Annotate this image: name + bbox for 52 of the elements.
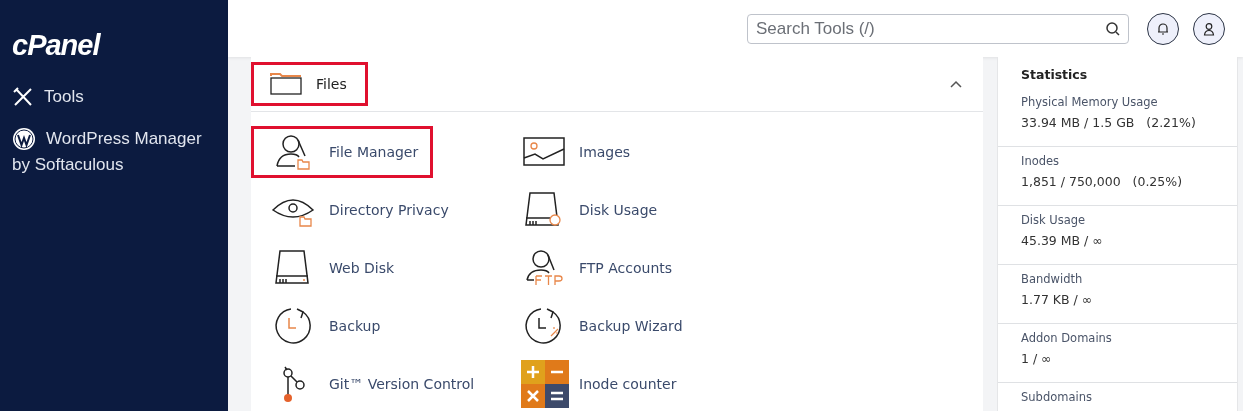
sidebar-item[interactable]: WordPress Manager by Softaculous [12, 126, 212, 178]
cpanel-logo: cPanel [12, 30, 100, 60]
tool-link[interactable]: Web Disk [251, 242, 410, 294]
user-button[interactable] [1193, 12, 1225, 45]
tool-link[interactable]: FTP Accounts [501, 242, 688, 294]
notifications-button[interactable] [1147, 12, 1179, 45]
tool-link[interactable]: File Manager [251, 126, 434, 178]
search-icon [1105, 20, 1121, 37]
stat-value: 1.77 KB / ∞ [1021, 291, 1094, 309]
tool-link[interactable]: Backup [251, 300, 396, 352]
tool-link[interactable]: Git™ Version Control [251, 358, 490, 410]
tool-link[interactable]: Backup Wizard [501, 300, 698, 352]
folder-icon [270, 73, 302, 95]
search-field[interactable]: Search Tools (/) [747, 13, 1129, 44]
stat-label: Bandwidth [1021, 271, 1084, 288]
tool-label: Backup Wizard [579, 318, 683, 334]
sidebar-item[interactable]: Tools [12, 84, 212, 110]
sidebar-label: Tools [44, 86, 84, 108]
stat-value: 33.94 MB / 1.5 GB (2.21%) [1021, 114, 1197, 132]
stat-value: 1 / ∞ [1021, 350, 1053, 368]
tool-label: Images [579, 144, 631, 160]
tool-label: Disk Usage [579, 202, 658, 218]
tool-label: Inode counter [579, 376, 677, 392]
tool-link[interactable]: Directory Privacy [251, 184, 464, 236]
sidebar-label: WordPress Manager [46, 128, 202, 150]
stat-label: Inodes [1021, 153, 1061, 170]
statistics-title: Statistics [1020, 66, 1089, 84]
tool-link[interactable]: Inode counter [501, 358, 692, 410]
tool-label: Backup [329, 318, 381, 334]
tool-label: Git™ Version Control [329, 376, 475, 392]
sidebar-sublabel: by Softaculous [12, 155, 124, 174]
chevron-up-icon [949, 79, 963, 89]
tool-label: FTP Accounts [579, 260, 673, 276]
user-icon [1202, 21, 1216, 36]
bell-icon [1156, 21, 1170, 36]
wordpress-icon [12, 127, 36, 151]
stat-label: Addon Domains [1021, 330, 1113, 347]
tools-icon [12, 86, 34, 108]
stat-label: Disk Usage [1021, 212, 1087, 229]
stat-label: Subdomains [1021, 389, 1093, 406]
stat-value: 1,851 / 750,000 (0.25%) [1021, 173, 1184, 191]
tool-label: File Manager [329, 144, 419, 160]
section-title: Files [316, 76, 347, 92]
git-icon [282, 365, 306, 403]
stat-label: Physical Memory Usage [1021, 94, 1159, 111]
tool-label: Web Disk [329, 260, 395, 276]
collapse-toggle[interactable] [949, 79, 963, 89]
stat-value: 45.39 MB / ∞ [1021, 232, 1104, 250]
tool-link[interactable]: Images [501, 126, 646, 178]
tool-link[interactable]: Disk Usage [501, 184, 673, 236]
tool-label: Directory Privacy [329, 202, 449, 218]
inode-counter-icon [521, 360, 569, 408]
